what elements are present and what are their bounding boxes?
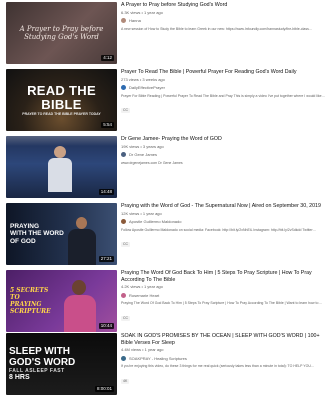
channel-name[interactable]: Apostle Guillermo Maldonado: [129, 219, 181, 224]
channel-name[interactable]: Rosemarie Heart: [129, 293, 159, 298]
preacher-figure: [54, 146, 66, 158]
video-meta: Dr Gene Jamee- Praying the Word of GOD 1…: [121, 136, 330, 165]
stage-light: [6, 136, 117, 146]
channel-avatar[interactable]: [121, 355, 126, 361]
video-thumbnail[interactable]: PRAYING WITH THE WORD OF GOD 27:21: [6, 203, 117, 265]
thumbnail-text-line: SCRIPTURE: [10, 308, 51, 315]
thumbnail-text-line: WITH THE WORD: [10, 230, 64, 238]
woman-figure: [64, 295, 96, 332]
video-thumbnail[interactable]: READ THE BIBLE PRAYER TO READ THE BIBLE …: [6, 69, 117, 131]
woman-figure: [72, 280, 86, 295]
video-title[interactable]: Praying with the Word of God - The Super…: [121, 203, 330, 210]
video-stats: 12K views • 1 year ago: [121, 210, 162, 216]
video-stats: 4.4M views • 1 year ago: [121, 347, 164, 353]
video-description: Prayer For Bible Reading | Powerful Pray…: [121, 93, 326, 98]
video-result-6[interactable]: SLEEP WITH GOD'S WORD FALL ASLEEP FAST 8…: [6, 333, 331, 395]
channel-row[interactable]: Apostle Guillermo Maldonado: [121, 219, 330, 225]
video-result-5[interactable]: 5 SECRETS TO PRAYING SCRIPTURE 10:44 Pra…: [6, 270, 331, 332]
speaker-figure: [68, 229, 96, 265]
video-stats: 4.2K views • 1 year ago: [121, 284, 163, 290]
video-thumbnail[interactable]: SLEEP WITH GOD'S WORD FALL ASLEEP FAST 8…: [6, 333, 117, 395]
video-meta: Praying The Word Of God Back To Him | 5 …: [121, 270, 330, 324]
video-title[interactable]: Prayer To Read The Bible | Powerful Pray…: [121, 69, 330, 76]
video-stats: 6.3K views • 1 year ago: [121, 9, 163, 15]
video-title[interactable]: A Prayer to Pray before Studying God's W…: [121, 2, 330, 9]
video-thumbnail[interactable]: 14:48: [6, 136, 117, 198]
thumbnail-text-line: PRAYER TO READ THE BIBLE PRAYER TODAY: [22, 111, 101, 116]
video-meta: Praying with the Word of God - The Super…: [121, 203, 330, 250]
channel-avatar[interactable]: [121, 219, 126, 225]
video-description: If you're enjoying this video, do these …: [121, 364, 315, 369]
search-results-list: A Prayer to Pray before Studying God's W…: [0, 0, 333, 395]
video-title[interactable]: Praying The Word Of God Back To Him | 5 …: [121, 270, 330, 283]
video-title[interactable]: Dr Gene Jamee- Praying the Word of GOD: [121, 136, 330, 143]
video-stats: 273 views • 3 weeks ago: [121, 76, 165, 82]
video-meta: A Prayer to Pray before Studying God's W…: [121, 2, 330, 31]
thumbnail-text-line: PRAYING: [10, 301, 42, 308]
channel-avatar[interactable]: [121, 152, 126, 158]
video-result-1[interactable]: A Prayer to Pray before Studying God's W…: [6, 2, 331, 64]
speaker-figure: [76, 217, 87, 229]
duration-badge: 4:12: [101, 55, 114, 61]
video-result-3[interactable]: 14:48 Dr Gene Jamee- Praying the Word of…: [6, 136, 331, 198]
video-description: A new session of How to Study the Bible …: [121, 26, 313, 31]
video-thumbnail[interactable]: A Prayer to Pray before Studying God's W…: [6, 2, 117, 64]
video-meta: SOAK IN GOD'S PROMISES BY THE OCEAN | SL…: [121, 333, 330, 387]
channel-row[interactable]: Rosemarie Heart: [121, 292, 330, 298]
channel-avatar[interactable]: [121, 18, 126, 24]
channel-row[interactable]: Dr Gene James: [121, 152, 330, 158]
thumbnail-text-line: GOD'S WORD: [9, 357, 76, 368]
channel-row[interactable]: DailyEffectivePrayer: [121, 85, 330, 91]
cc-badge: CC: [121, 242, 131, 248]
duration-badge: 14:48: [98, 189, 114, 195]
video-meta: Prayer To Read The Bible | Powerful Pray…: [121, 69, 330, 116]
channel-avatar[interactable]: [121, 292, 126, 298]
thumbnail-text-line: PRAYING: [10, 222, 40, 230]
channel-avatar[interactable]: [121, 85, 126, 91]
duration-badge: 10:44: [98, 323, 114, 329]
video-stats: 19K views • 3 years ago: [121, 143, 164, 149]
video-title[interactable]: SOAK IN GOD'S PROMISES BY THE OCEAN | SL…: [121, 333, 330, 346]
video-description: Follow Apostle Guillermo Maldonado on so…: [121, 227, 317, 232]
thumbnail-text-line: TO: [10, 294, 20, 301]
channel-name[interactable]: DailyEffectivePrayer: [129, 85, 165, 90]
thumbnail-text-line: READ THE BIBLE: [27, 82, 96, 112]
thumbnail-text-line: Studying God's Word: [24, 33, 99, 41]
cc-badge: CC: [121, 108, 131, 114]
channel-name[interactable]: Dr Gene James: [129, 152, 157, 157]
channel-row[interactable]: SOAKPRAY - Healing Scriptures: [121, 355, 330, 361]
cc-badge: CC: [121, 315, 131, 321]
thumbnail-text-line: OF GOD: [10, 237, 36, 245]
video-result-4[interactable]: PRAYING WITH THE WORD OF GOD 27:21 Prayi…: [6, 203, 331, 265]
preacher-figure: [48, 158, 72, 192]
channel-name[interactable]: Hanna: [129, 18, 141, 23]
quality-badge: 4K: [121, 378, 130, 384]
channel-row[interactable]: Hanna: [121, 18, 330, 24]
video-thumbnail[interactable]: 5 SECRETS TO PRAYING SCRIPTURE 10:44: [6, 270, 117, 332]
thumbnail-text-line: 8 HRS: [9, 374, 30, 381]
video-description: Praying The Word Of God Back To Him | 5 …: [121, 301, 322, 306]
video-description: www.drgenejames.com Dr Gene James: [121, 160, 183, 165]
duration-badge: 27:21: [98, 256, 114, 262]
duration-badge: 8:00:01: [94, 386, 114, 392]
video-result-2[interactable]: READ THE BIBLE PRAYER TO READ THE BIBLE …: [6, 69, 331, 131]
thumbnail-text-line: SLEEP WITH: [9, 346, 70, 357]
channel-name[interactable]: SOAKPRAY - Healing Scriptures: [129, 356, 187, 361]
duration-badge: 5:54: [101, 122, 114, 128]
thumbnail-text-line: 5 SECRETS: [10, 287, 49, 294]
thumbnail-text-line: A Prayer to Pray before: [19, 25, 104, 33]
